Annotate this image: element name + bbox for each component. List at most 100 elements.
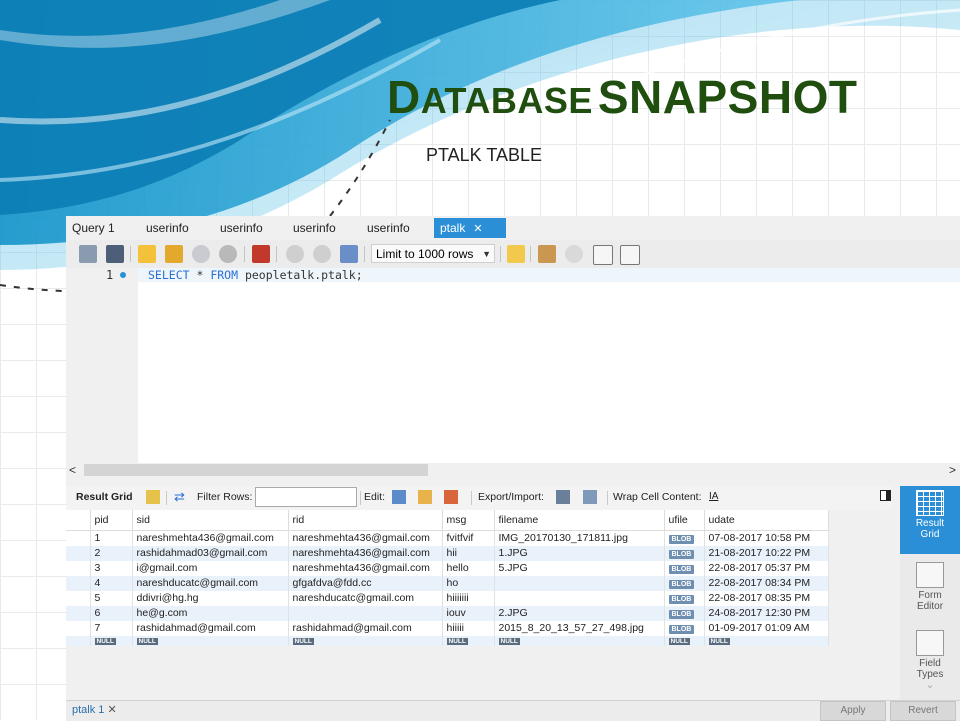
- cell-rid[interactable]: nareshmehta436@gmail.com: [288, 530, 443, 546]
- cell-msg[interactable]: hiiiii: [442, 621, 495, 636]
- cell-sid[interactable]: nareshmehta436@gmail.com: [132, 530, 289, 546]
- null-cell[interactable]: NULL: [288, 636, 443, 646]
- cell-udate[interactable]: 22-08-2017 08:35 PM: [704, 591, 829, 606]
- wrap-cell-icon[interactable]: IA: [709, 490, 723, 504]
- cell-pid[interactable]: 3: [90, 561, 133, 576]
- execute-icon[interactable]: [138, 245, 156, 263]
- null-cell[interactable]: NULL: [90, 636, 133, 646]
- insert-row-icon[interactable]: [418, 490, 432, 504]
- row-selector[interactable]: [66, 561, 91, 576]
- cell-msg[interactable]: hii: [442, 546, 495, 561]
- delete-row-icon[interactable]: [444, 490, 458, 504]
- cell-udate[interactable]: 22-08-2017 05:37 PM: [704, 561, 829, 576]
- cell-pid[interactable]: 5: [90, 591, 133, 606]
- limit-rows-select[interactable]: Limit to 1000 rows ▼: [371, 244, 495, 263]
- cell-pid[interactable]: 2: [90, 546, 133, 561]
- cell-pid[interactable]: 1: [90, 530, 133, 546]
- cell-ufile[interactable]: BLOB: [664, 561, 705, 576]
- table-row[interactable]: 4 nareshducatc@gmail.com gfgafdva@fdd.cc ho…: [66, 576, 829, 591]
- edit-row-icon[interactable]: [392, 490, 406, 504]
- commit-icon[interactable]: [286, 245, 304, 263]
- import-icon[interactable]: [583, 490, 597, 504]
- toggle-error-icon[interactable]: [252, 245, 270, 263]
- rollback-icon[interactable]: [313, 245, 331, 263]
- cell-ufile[interactable]: BLOB: [664, 606, 705, 621]
- cell-rid[interactable]: nareshmehta436@gmail.com: [288, 561, 443, 576]
- column-header[interactable]: sid: [132, 510, 289, 531]
- stop-icon[interactable]: [219, 245, 237, 263]
- null-cell[interactable]: NULL: [664, 636, 705, 646]
- cell-filename[interactable]: 5.JPG: [494, 561, 665, 576]
- revert-button[interactable]: Revert: [890, 701, 956, 721]
- cell-sid[interactable]: ddivri@hg.hg: [132, 591, 289, 606]
- row-selector[interactable]: [66, 591, 91, 606]
- null-cell[interactable]: NULL: [704, 636, 829, 646]
- table-row[interactable]: 3 i@gmail.com nareshmehta436@gmail.com hell…: [66, 561, 829, 576]
- beautify-icon[interactable]: [538, 245, 556, 263]
- explain-icon[interactable]: [192, 245, 210, 263]
- cell-filename[interactable]: [494, 591, 665, 606]
- cell-ufile[interactable]: BLOB: [664, 621, 705, 636]
- cell-ufile[interactable]: BLOB: [664, 530, 705, 546]
- tab-query-1[interactable]: Query 1: [66, 218, 121, 238]
- cell-msg[interactable]: ho: [442, 576, 495, 591]
- apply-button[interactable]: Apply: [820, 701, 886, 721]
- cell-rid[interactable]: gfgafdva@fdd.cc: [288, 576, 443, 591]
- column-header[interactable]: filename: [494, 510, 665, 531]
- null-cell[interactable]: NULL: [132, 636, 289, 646]
- cell-sid[interactable]: i@gmail.com: [132, 561, 289, 576]
- chevron-down-icon[interactable]: ⌄: [900, 680, 960, 691]
- result-tab-ptalk-1[interactable]: ptalk 1 ✕: [72, 703, 117, 716]
- tab-userinfo-3[interactable]: userinfo: [287, 218, 342, 238]
- sql-query[interactable]: SELECT * FROM peopletalk.ptalk;: [148, 268, 363, 282]
- form-editor-button[interactable]: Form Editor: [900, 558, 960, 620]
- scrollbar-thumb[interactable]: [84, 464, 428, 476]
- wrap-icon[interactable]: [620, 245, 640, 265]
- cell-udate[interactable]: 01-09-2017 01:09 AM: [704, 621, 829, 636]
- cell-filename[interactable]: IMG_20170130_171811.jpg: [494, 530, 665, 546]
- cell-ufile[interactable]: BLOB: [664, 576, 705, 591]
- scroll-left-icon[interactable]: <: [69, 463, 76, 477]
- close-icon[interactable]: ✕: [107, 704, 116, 716]
- table-row[interactable]: 7 rashidahmad@gmail.com rashidahmad@gmail.…: [66, 621, 829, 636]
- cell-msg[interactable]: hiiiiiii: [442, 591, 495, 606]
- refresh-icon[interactable]: ⇄: [174, 490, 188, 504]
- filter-rows-input[interactable]: [255, 487, 357, 507]
- null-cell[interactable]: NULL: [442, 636, 495, 646]
- row-selector[interactable]: [66, 606, 91, 621]
- cell-msg[interactable]: iouv: [442, 606, 495, 621]
- row-selector[interactable]: [66, 546, 91, 561]
- cell-filename[interactable]: 1.JPG: [494, 546, 665, 561]
- cell-pid[interactable]: 6: [90, 606, 133, 621]
- column-header[interactable]: msg: [442, 510, 495, 531]
- tab-userinfo-4[interactable]: userinfo: [361, 218, 416, 238]
- tab-ptalk[interactable]: ptalk ✕: [434, 218, 506, 238]
- field-types-button[interactable]: Field Types ⌄: [900, 626, 960, 702]
- cell-rid[interactable]: [288, 606, 443, 621]
- table-row[interactable]: 1 nareshmehta436@gmail.com nareshmehta436@…: [66, 530, 829, 546]
- null-cell[interactable]: NULL: [494, 636, 665, 646]
- cell-rid[interactable]: rashidahmad@gmail.com: [288, 621, 443, 636]
- cell-sid[interactable]: rashidahmad@gmail.com: [132, 621, 289, 636]
- cell-filename[interactable]: 2.JPG: [494, 606, 665, 621]
- row-selector[interactable]: [66, 576, 91, 591]
- toggle-panel-icon[interactable]: [880, 490, 891, 501]
- autocommit-icon[interactable]: [340, 245, 358, 263]
- cell-pid[interactable]: 4: [90, 576, 133, 591]
- cell-ufile[interactable]: BLOB: [664, 591, 705, 606]
- table-row[interactable]: 2 rashidahmad03@gmail.com nareshmehta436@g…: [66, 546, 829, 561]
- new-row-placeholder[interactable]: NULL NULL NULL NULL NULL NULL NULL: [66, 636, 829, 646]
- row-selector[interactable]: [66, 530, 91, 546]
- tab-userinfo-1[interactable]: userinfo: [140, 218, 195, 238]
- cell-udate[interactable]: 21-08-2017 10:22 PM: [704, 546, 829, 561]
- column-header[interactable]: ufile: [664, 510, 705, 531]
- export-icon[interactable]: [556, 490, 570, 504]
- cell-sid[interactable]: rashidahmad03@gmail.com: [132, 546, 289, 561]
- row-selector[interactable]: [66, 621, 91, 636]
- table-row[interactable]: 6 he@g.com iouv 2.JPG BLOB 24-08-2017 12:30 P…: [66, 606, 829, 621]
- column-header[interactable]: rid: [288, 510, 443, 531]
- invisibles-icon[interactable]: [593, 245, 613, 265]
- find-icon[interactable]: [565, 245, 583, 263]
- close-tab-icon[interactable]: ✕: [473, 223, 482, 235]
- open-folder-icon[interactable]: [79, 245, 97, 263]
